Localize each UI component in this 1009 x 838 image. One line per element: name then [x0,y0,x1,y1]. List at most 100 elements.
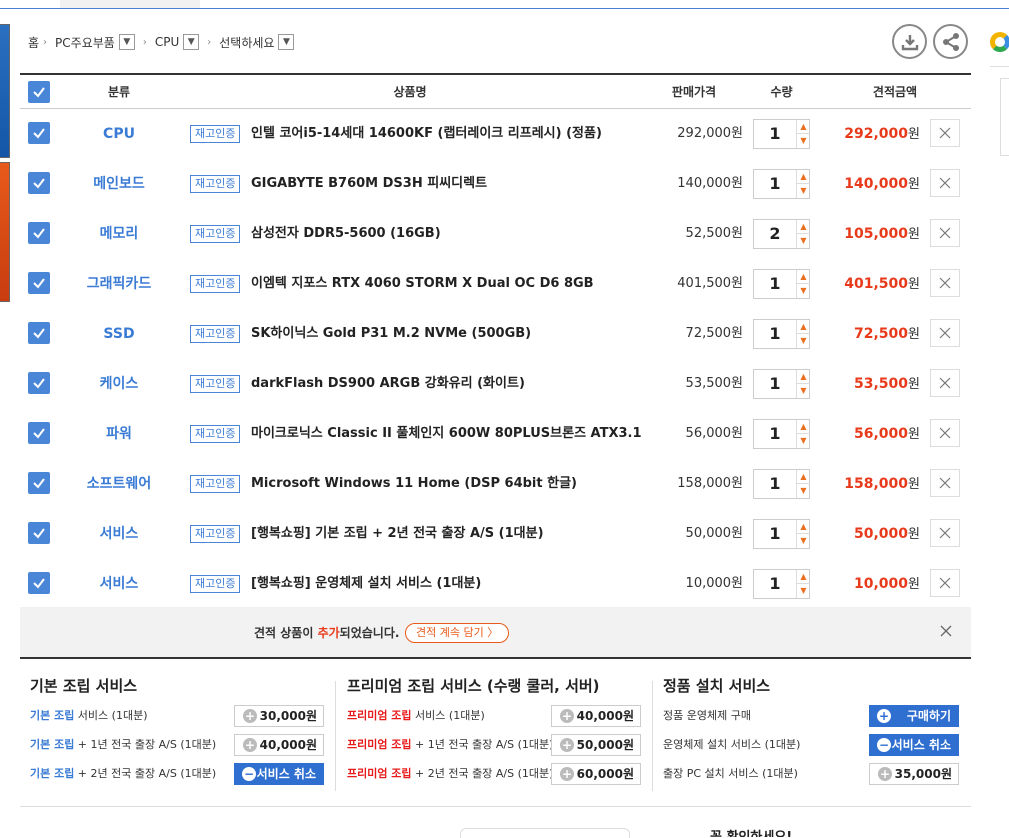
currency-label: 원 [908,427,920,442]
chevron-down-icon[interactable]: ▼ [797,584,810,598]
stock-verified-badge: 재고인증 [190,175,241,193]
check-icon [33,278,45,289]
row-checkbox[interactable] [28,222,50,244]
quantity-value[interactable]: 1 [754,420,796,448]
remove-item-button[interactable] [930,469,960,497]
chevron-up-icon[interactable]: ▲ [797,170,810,184]
premium-item-1-add-button[interactable]: +40,000원 [551,705,641,727]
quantity-value[interactable]: 1 [754,170,796,198]
quantity-value[interactable]: 1 [754,570,796,598]
select-all-checkbox[interactable] [28,81,50,103]
chevron-up-icon[interactable]: ▲ [797,220,810,234]
row-checkbox[interactable] [28,272,50,294]
quantity-stepper[interactable]: 1 ▲ ▼ [753,269,810,299]
quantity-value[interactable]: 1 [754,370,796,398]
remove-item-button[interactable] [930,369,960,397]
quantity-stepper[interactable]: 2 ▲ ▼ [753,219,810,249]
right-widget-logo-icon[interactable] [990,32,1009,56]
remove-item-button[interactable] [930,269,960,297]
buy-os-button[interactable]: + 구매하기 [869,705,959,727]
chevron-up-icon[interactable]: ▲ [797,570,810,584]
quantity-stepper[interactable]: 1 ▲ ▼ [753,419,810,449]
quantity-stepper[interactable]: 1 ▲ ▼ [753,119,810,149]
quantity-value[interactable]: 1 [754,120,796,148]
chevron-up-icon[interactable]: ▲ [797,270,810,284]
breadcrumb-level3[interactable]: 선택하세요 [219,34,274,51]
product-name[interactable]: Microsoft Windows 11 Home (DSP 64bit 한글) [251,459,577,509]
row-checkbox[interactable] [28,172,50,194]
product-name[interactable]: GIGABYTE B760M DS3H 피씨디렉트 [251,159,487,209]
quantity-stepper[interactable]: 1 ▲ ▼ [753,569,810,599]
quantity-value[interactable]: 1 [754,270,796,298]
row-checkbox[interactable] [28,422,50,444]
row-checkbox[interactable] [28,572,50,594]
left-banner-blue[interactable] [0,24,10,158]
chevron-down-icon[interactable]: ▼ [797,284,810,298]
product-name[interactable]: darkFlash DS900 ARGB 강화유리 (화이트) [251,359,525,409]
chevron-up-icon[interactable]: ▲ [797,520,810,534]
basic-item-3-cancel-button[interactable]: − 서비스 취소 [234,763,324,785]
premium-item-3-add-button[interactable]: +60,000원 [551,763,641,785]
chevron-down-icon[interactable]: ▼ [797,434,810,448]
install-item-3-add-button[interactable]: +35,000원 [869,763,959,785]
quantity-stepper[interactable]: 1 ▲ ▼ [753,519,810,549]
quantity-stepper[interactable]: 1 ▲ ▼ [753,469,810,499]
product-name[interactable]: 이엠텍 지포스 RTX 4060 STORM X Dual OC D6 8GB [251,259,594,309]
remove-item-button[interactable] [930,119,960,147]
quantity-stepper[interactable]: 1 ▲ ▼ [753,369,810,399]
left-banner-orange[interactable] [0,162,10,302]
breadcrumb-home[interactable]: 홈 [28,34,39,51]
product-name[interactable]: SK하이닉스 Gold P31 M.2 NVMe (500GB) [251,309,531,359]
chevron-down-icon[interactable]: ▼ [797,334,810,348]
chevron-down-icon[interactable]: ▼ [118,34,135,50]
remove-item-button[interactable] [930,169,960,197]
quantity-value[interactable]: 1 [754,520,796,548]
chevron-down-icon[interactable]: ▼ [797,384,810,398]
chevron-up-icon[interactable]: ▲ [797,370,810,384]
quantity-stepper[interactable]: 1 ▲ ▼ [753,319,810,349]
remove-item-button[interactable] [930,569,960,597]
chevron-down-icon[interactable]: ▼ [797,134,810,148]
chevron-down-icon[interactable]: ▼ [278,34,295,50]
quantity-value[interactable]: 1 [754,470,796,498]
close-icon[interactable] [938,623,954,639]
chevron-down-icon[interactable]: ▼ [797,484,810,498]
row-checkbox[interactable] [28,322,50,344]
product-name[interactable]: 마이크로닉스 Classic II 풀체인지 600W 80PLUS브론즈 AT… [251,409,642,459]
remove-item-button[interactable] [930,219,960,247]
top-tab[interactable] [60,0,200,8]
remove-item-button[interactable] [930,319,960,347]
product-name[interactable]: 인텔 코어i5-14세대 14600KF (랩터레이크 리프레시) (정품) [251,109,602,159]
remove-item-button[interactable] [930,419,960,447]
row-checkbox[interactable] [28,372,50,394]
chevron-down-icon[interactable]: ▼ [797,184,810,198]
continue-adding-button[interactable]: 견적 계속 담기 〉 [405,623,510,643]
premium-item-2-add-button[interactable]: +50,000원 [551,734,641,756]
quantity-stepper[interactable]: 1 ▲ ▼ [753,169,810,199]
chevron-down-icon[interactable]: ▼ [797,234,810,248]
chevron-up-icon[interactable]: ▲ [797,320,810,334]
quantity-value[interactable]: 2 [754,220,796,248]
chevron-up-icon[interactable]: ▲ [797,420,810,434]
basic-item-1-add-button[interactable]: +30,000원 [234,705,324,727]
chevron-down-icon[interactable]: ▼ [797,534,810,548]
chevron-down-icon[interactable]: ▼ [183,34,200,50]
currency-label: 원 [908,577,920,592]
download-button[interactable] [892,24,927,59]
close-icon [939,527,951,539]
basic-item-2-add-button[interactable]: +40,000원 [234,734,324,756]
quantity-value[interactable]: 1 [754,320,796,348]
row-checkbox[interactable] [28,472,50,494]
chevron-up-icon[interactable]: ▲ [797,470,810,484]
share-button[interactable] [933,24,968,59]
breadcrumb-level2[interactable]: CPU [155,35,179,49]
chevron-up-icon[interactable]: ▲ [797,120,810,134]
row-checkbox[interactable] [28,522,50,544]
breadcrumb-level1[interactable]: PC주요부품 [55,34,115,51]
product-name[interactable]: [행복쇼핑] 기본 조립 + 2년 전국 출장 A/S (1대분) [251,509,544,559]
install-item-2-cancel-button[interactable]: − 서비스 취소 [869,734,959,756]
row-checkbox[interactable] [28,122,50,144]
product-name[interactable]: 삼성전자 DDR5-5600 (16GB) [251,209,441,259]
remove-item-button[interactable] [930,519,960,547]
product-name[interactable]: [행복쇼핑] 운영체제 설치 서비스 (1대분) [251,559,481,609]
